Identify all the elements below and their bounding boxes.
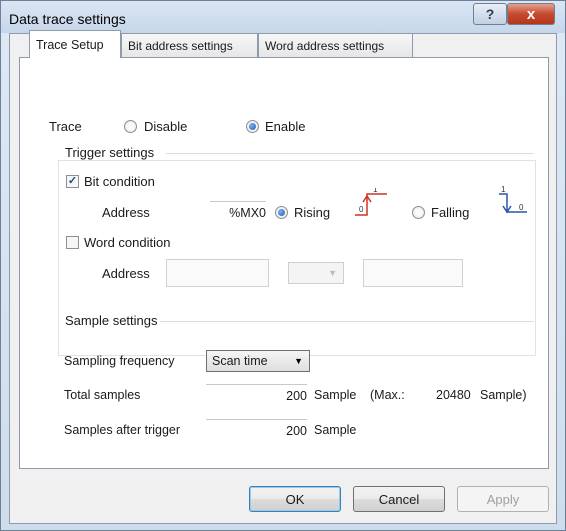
tab-bit-address-settings[interactable]: Bit address settings	[121, 33, 258, 57]
falling-edge-icon: 1 0	[499, 186, 527, 214]
total-samples-unit: Sample	[314, 388, 357, 402]
word-value-input[interactable]	[363, 259, 463, 287]
ok-button[interactable]: OK	[249, 486, 341, 512]
sample-settings-title: Sample settings	[65, 313, 158, 328]
close-button[interactable]: x	[507, 3, 555, 25]
falling-glyph-top: 1	[501, 186, 506, 194]
rising-glyph-bottom: 0	[359, 205, 364, 214]
dialog-window: Data trace settings ? x Trace Setup Bit …	[0, 0, 566, 531]
samples-after-trigger-input[interactable]: 200	[206, 419, 307, 441]
chevron-down-icon: ▼	[294, 356, 303, 366]
help-button[interactable]: ?	[473, 3, 507, 25]
bit-condition-label[interactable]: Bit condition	[84, 174, 155, 189]
sampling-frequency-label: Sampling frequency	[64, 354, 175, 368]
apply-button[interactable]: Apply	[457, 486, 549, 512]
rising-glyph-top: 1	[373, 188, 378, 194]
bit-condition-checkbox[interactable]: ✓	[66, 175, 79, 188]
total-samples-label: Total samples	[64, 388, 141, 402]
word-address-label: Address	[102, 266, 150, 281]
max-samples-label: (Max.:	[370, 388, 405, 402]
samples-after-trigger-unit: Sample	[314, 423, 357, 437]
title-bar[interactable]: Data trace settings ? x	[1, 1, 565, 33]
falling-radio[interactable]	[412, 206, 425, 219]
cancel-button[interactable]: Cancel	[353, 486, 445, 512]
sample-divider	[160, 321, 534, 322]
chevron-down-icon: ▼	[328, 268, 337, 278]
rising-edge-icon: 1 0	[355, 188, 387, 216]
trigger-settings-title: Trigger settings	[65, 145, 155, 160]
word-address-input[interactable]	[166, 259, 269, 287]
samples-after-trigger-label: Samples after trigger	[64, 423, 181, 437]
max-samples-unit: Sample)	[480, 388, 527, 402]
bit-address-label: Address	[102, 205, 150, 220]
word-condition-label[interactable]: Word condition	[84, 235, 170, 250]
trace-disable-label[interactable]: Disable	[144, 119, 187, 134]
trace-enable-radio[interactable]	[246, 120, 259, 133]
trace-label: Trace	[49, 119, 82, 134]
total-samples-input[interactable]: 200	[206, 384, 307, 406]
sampling-frequency-value: Scan time	[212, 354, 268, 368]
trace-setup-page: Trace Disable Enable Trigger settings ✓ …	[19, 57, 549, 469]
sampling-frequency-combo[interactable]: Scan time ▼	[206, 350, 310, 372]
tab-word-address-settings[interactable]: Word address settings	[258, 33, 413, 57]
word-operator-combo[interactable]: ▼	[288, 262, 344, 284]
max-samples-value: 20480	[436, 388, 471, 402]
rising-label[interactable]: Rising	[294, 205, 330, 220]
trigger-divider	[166, 153, 534, 154]
tab-trace-setup[interactable]: Trace Setup	[29, 30, 121, 58]
trace-enable-label[interactable]: Enable	[265, 119, 305, 134]
rising-radio[interactable]	[275, 206, 288, 219]
window-title: Data trace settings	[9, 11, 126, 27]
word-condition-checkbox[interactable]	[66, 236, 79, 249]
falling-label[interactable]: Falling	[431, 205, 469, 220]
trace-disable-radio[interactable]	[124, 120, 137, 133]
bit-address-value[interactable]: %MX0	[210, 201, 266, 223]
falling-glyph-bottom: 0	[519, 203, 524, 212]
